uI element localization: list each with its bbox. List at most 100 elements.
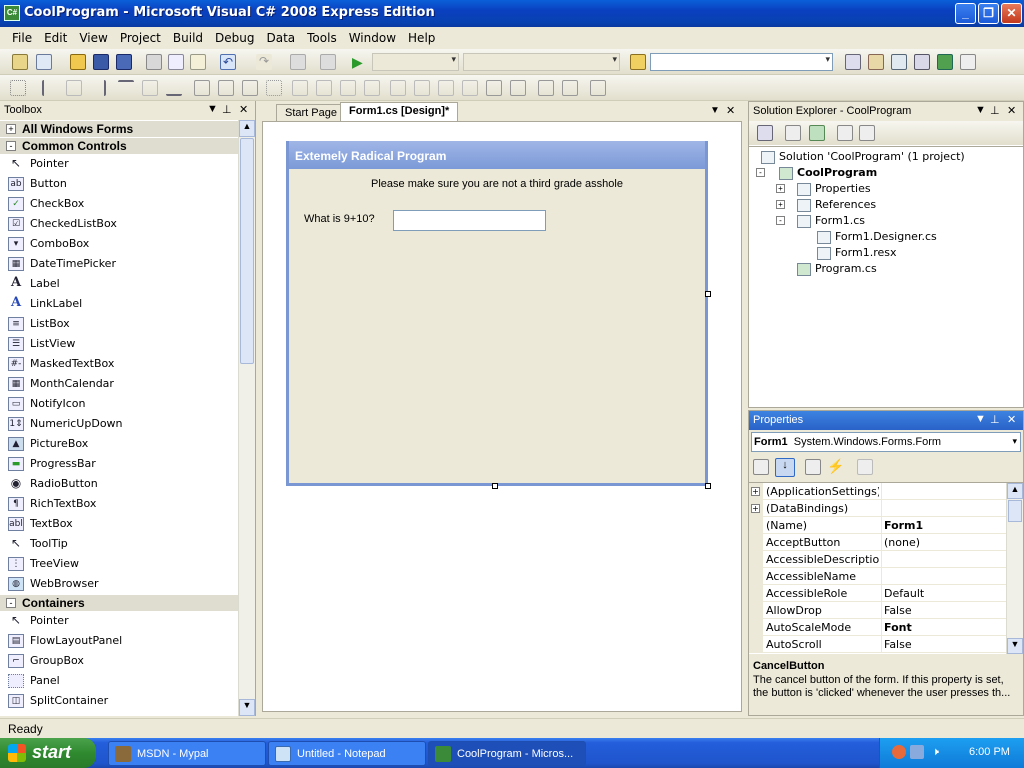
toolbox-item-container-pointer[interactable]: ↖ Pointer [0,611,239,631]
remove-horizontal-spacing-icon[interactable] [364,80,380,96]
property-row[interactable]: + (DataBindings) [749,500,1007,517]
section-all-windows-forms[interactable]: + All Windows Forms [0,120,239,137]
toolbox-item-monthcalendar[interactable]: ▦ MonthCalendar [0,374,239,394]
form-designer-surface[interactable]: Extemely Radical Program Please make sur… [262,121,742,712]
expand-icon[interactable]: + [776,184,785,193]
save-all-icon[interactable] [116,54,132,70]
toolbox-item-tooltip[interactable]: ↖ ToolTip [0,534,239,554]
tree-program-cs[interactable]: Program.cs [797,262,877,276]
property-row[interactable]: (Name) Form1 [749,517,1007,534]
answer-textbox[interactable] [393,210,546,231]
find-combo[interactable]: ▾ [650,53,833,71]
horizontal-spacing-equal-icon[interactable] [292,80,308,96]
tab-list-dropdown-icon[interactable]: ▼ [710,105,720,116]
task-coolprogram[interactable]: CoolProgram - Micros... [428,741,586,766]
toolbox-item-numericupdown[interactable]: 1⇕ NumericUpDown [0,414,239,434]
property-row[interactable]: AllowDrop False [749,602,1007,619]
collapse-icon[interactable]: - [776,216,785,225]
tree-properties[interactable]: Properties [797,182,871,196]
start-debugging-icon[interactable]: ▶ [352,54,368,70]
title-bar[interactable]: C# CoolProgram - Microsoft Visual C# 200… [0,0,1024,27]
menu-help[interactable]: Help [402,31,441,45]
events-lightning-icon[interactable]: ⚡ [827,459,844,475]
size-to-grid-icon[interactable] [266,80,282,96]
toolbox-item-notifyicon[interactable]: ▭ NotifyIcon [0,394,239,414]
properties-view-icon[interactable] [805,459,821,475]
increase-horizontal-spacing-icon[interactable] [316,80,332,96]
toolbox-scroll-thumb[interactable] [240,138,254,364]
menu-view[interactable]: View [73,31,113,45]
make-same-size-icon[interactable] [242,80,258,96]
close-icon[interactable]: ✕ [1007,104,1016,117]
close-button[interactable]: ✕ [1001,3,1022,24]
menu-window[interactable]: Window [343,31,402,45]
collapse-icon[interactable]: - [756,168,765,177]
platform-combo[interactable]: ▾ [463,53,620,71]
toolbox-item-picturebox[interactable]: ▲ PictureBox [0,434,239,454]
align-bottoms-icon[interactable] [166,80,182,96]
close-document-icon[interactable]: ✕ [726,104,735,117]
menu-project[interactable]: Project [114,31,167,45]
toolbox-scrollbar[interactable]: ▲ ▼ [238,120,255,716]
menu-build[interactable]: Build [167,31,209,45]
configuration-combo[interactable]: ▾ [372,53,459,71]
align-lefts-icon[interactable] [42,80,58,96]
menu-edit[interactable]: Edit [38,31,73,45]
align-middles-icon[interactable] [142,80,158,96]
center-horizontally-icon[interactable] [486,80,502,96]
properties-scroll-thumb[interactable] [1008,500,1022,522]
save-icon[interactable] [93,54,109,70]
clock[interactable]: 6:00 PM [969,746,1010,758]
toolbox-item-label[interactable]: A Label [0,274,239,294]
undo-icon[interactable]: ↶ [220,54,236,70]
new-project-icon[interactable] [12,54,28,70]
toolbox-item-radiobutton[interactable]: ◉ RadioButton [0,474,239,494]
alphabetical-icon[interactable]: ↓ [775,458,795,477]
property-row[interactable]: AccessibleName [749,568,1007,585]
close-icon[interactable]: ✕ [1007,413,1016,426]
tray-network-icon[interactable] [910,745,924,759]
dropdown-icon[interactable]: ▼ [975,104,986,116]
vertical-spacing-equal-icon[interactable] [390,80,406,96]
add-item-icon[interactable] [36,54,52,70]
scroll-down-icon[interactable]: ▼ [239,699,255,716]
increase-vertical-spacing-icon[interactable] [414,80,430,96]
tree-form1-designer-cs[interactable]: Form1.Designer.cs [817,230,937,244]
scroll-down-icon[interactable]: ▼ [1007,638,1023,654]
align-tops-icon[interactable] [118,80,134,96]
section-common-controls[interactable]: - Common Controls [0,137,239,154]
start-button[interactable]: start [0,738,96,768]
toolbox-item-webbrowser[interactable]: ◍ WebBrowser [0,574,239,594]
section-containers[interactable]: - Containers [0,594,239,611]
toolbox-item-listbox[interactable]: ≡ ListBox [0,314,239,334]
tree-form1-cs[interactable]: Form1.cs [797,214,865,228]
make-same-width-icon[interactable] [194,80,210,96]
resize-handle-right[interactable] [705,291,711,297]
toolbox-item-combobox[interactable]: ▾ ComboBox [0,234,239,254]
send-to-back-icon[interactable] [562,80,578,96]
property-row[interactable]: AccessibleRole Default [749,585,1007,602]
categorized-icon[interactable] [753,459,769,475]
toolbox-item-linklabel[interactable]: A LinkLabel [0,294,239,314]
task-msdn-mypal[interactable]: MSDN - Mypal [108,741,266,766]
tab-form1-design[interactable]: Form1.cs [Design]* [340,102,459,121]
toolbox-item-pointer[interactable]: ↖ Pointer [0,154,239,174]
toolbox-icon[interactable] [960,54,976,70]
open-folder-icon[interactable] [70,54,86,70]
speaker-icon[interactable]: 🕨 [932,746,939,759]
start-page-icon[interactable] [937,54,953,70]
property-row[interactable]: AutoScaleMode Font [749,619,1007,636]
toolbox-item-textbox[interactable]: abl TextBox [0,514,239,534]
expand-icon[interactable]: + [776,200,785,209]
align-to-grid-icon[interactable] [10,80,26,96]
navigate-forward-icon[interactable] [320,54,336,70]
copy-icon[interactable] [168,54,184,70]
scroll-up-icon[interactable]: ▲ [239,120,255,137]
close-icon[interactable]: ✕ [239,103,248,116]
redo-icon[interactable]: ↷ [256,54,272,70]
tree-project[interactable]: CoolProgram [779,166,877,180]
paste-icon[interactable] [190,54,206,70]
properties-icon[interactable] [757,125,773,141]
toolbox-item-button[interactable]: ab Button [0,174,239,194]
toolbox-item-checkbox[interactable]: ✓ CheckBox [0,194,239,214]
